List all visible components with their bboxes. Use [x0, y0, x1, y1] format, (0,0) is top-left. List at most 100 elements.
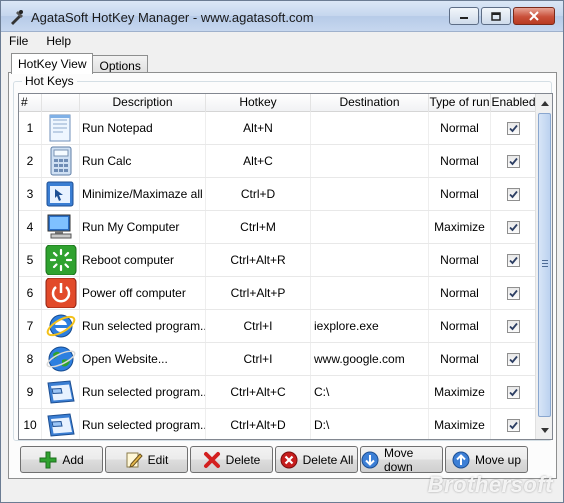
- col-header-hotkey[interactable]: Hotkey: [206, 94, 311, 112]
- table-header: # Description Hotkey Destination Type of…: [19, 94, 537, 112]
- scroll-down-button[interactable]: [537, 422, 552, 438]
- table-body: 1 Run Notepad Alt+N Normal 2 Run Calc Alt+C Nor…: [19, 112, 537, 439]
- window-controls: [449, 7, 555, 25]
- col-header-description[interactable]: Description: [80, 94, 206, 112]
- row-hotkey: Alt+C: [206, 145, 311, 177]
- row-description: Run selected program...: [80, 409, 206, 439]
- scroll-thumb[interactable]: [538, 113, 551, 417]
- table-row[interactable]: 2 Run Calc Alt+C Normal: [19, 145, 537, 178]
- add-button-label: Add: [62, 452, 84, 467]
- enabled-checkbox[interactable]: [507, 253, 520, 267]
- row-type-of-run: Normal: [429, 343, 491, 375]
- col-header-type-of-run[interactable]: Type of run: [429, 94, 491, 112]
- row-description: Minimize/Maximaze all ...: [80, 178, 206, 210]
- enabled-checkbox[interactable]: [507, 121, 520, 135]
- enabled-checkbox[interactable]: [507, 418, 520, 432]
- check-icon: [509, 190, 518, 198]
- hotkey-table: # Description Hotkey Destination Type of…: [18, 93, 553, 440]
- row-enabled-cell: [491, 244, 537, 276]
- row-type-of-run: Normal: [429, 112, 491, 144]
- table-row[interactable]: 6 Power off computer Ctrl+Alt+P Normal: [19, 277, 537, 310]
- arrow-down-icon: [361, 451, 379, 468]
- maximize-button[interactable]: [481, 7, 511, 25]
- delete-all-icon: [280, 451, 298, 468]
- edit-button[interactable]: Edit: [105, 446, 188, 473]
- row-description: Reboot computer: [80, 244, 206, 276]
- check-icon: [509, 421, 518, 429]
- delete-x-icon: [203, 451, 220, 468]
- row-icon-cell: [42, 376, 80, 408]
- row-number: 6: [19, 277, 42, 309]
- hot-keys-group: Hot Keys # Description Hotkey Destinatio…: [13, 74, 553, 441]
- move-down-button[interactable]: Move down: [360, 445, 443, 474]
- row-icon-cell: [42, 343, 80, 375]
- window-title: AgataSoft HotKey Manager - www.agatasoft…: [31, 10, 314, 25]
- row-destination: [311, 145, 429, 177]
- app-window: AgataSoft HotKey Manager - www.agatasoft…: [0, 0, 564, 503]
- group-label: Hot Keys: [22, 74, 77, 88]
- title-bar[interactable]: AgataSoft HotKey Manager - www.agatasoft…: [1, 1, 563, 32]
- row-number: 4: [19, 211, 42, 243]
- table-row[interactable]: 1 Run Notepad Alt+N Normal: [19, 112, 537, 145]
- minimize-icon: [460, 17, 468, 19]
- close-button[interactable]: [513, 7, 555, 25]
- col-header-number[interactable]: #: [19, 94, 42, 112]
- table-row[interactable]: 10 Run selected program... Ctrl+Alt+D D:\ Ma…: [19, 409, 537, 439]
- vertical-scrollbar[interactable]: [535, 94, 552, 439]
- enabled-checkbox[interactable]: [507, 385, 520, 399]
- table-row[interactable]: 9 Run selected program... Ctrl+Alt+C C:\ Max…: [19, 376, 537, 409]
- tab-hotkey-view[interactable]: HotKey View: [11, 53, 94, 74]
- row-destination: [311, 211, 429, 243]
- row-type-of-run: Normal: [429, 277, 491, 309]
- enabled-checkbox[interactable]: [507, 352, 520, 366]
- row-number: 1: [19, 112, 42, 144]
- table-row[interactable]: 7 Run selected program... Ctrl+I iexplore.e…: [19, 310, 537, 343]
- run-program-window-icon: [45, 410, 77, 439]
- hotkey-app-icon: [11, 10, 23, 25]
- delete-all-button[interactable]: Delete All: [275, 446, 358, 473]
- table-row[interactable]: 4 Run My Computer Ctrl+M Maximize: [19, 211, 537, 244]
- check-icon: [509, 223, 518, 231]
- action-buttons: Add Edit Delete Delete All Move down Mov…: [20, 445, 528, 474]
- enabled-checkbox[interactable]: [507, 154, 520, 168]
- enabled-checkbox[interactable]: [507, 319, 520, 333]
- scroll-up-button[interactable]: [537, 95, 552, 111]
- my-computer-icon: [45, 212, 77, 242]
- delete-button-label: Delete: [225, 452, 261, 467]
- row-type-of-run: Normal: [429, 310, 491, 342]
- row-type-of-run: Normal: [429, 145, 491, 177]
- row-destination: [311, 178, 429, 210]
- move-up-button-label: Move up: [474, 452, 522, 467]
- row-hotkey: Ctrl+I: [206, 310, 311, 342]
- menu-file[interactable]: File: [7, 34, 30, 48]
- row-destination: D:\: [311, 409, 429, 439]
- row-enabled-cell: [491, 277, 537, 309]
- minimize-windows-icon: [45, 179, 77, 209]
- row-icon-cell: [42, 409, 80, 439]
- table-row[interactable]: 5 Reboot computer Ctrl+Alt+R Normal: [19, 244, 537, 277]
- menu-help[interactable]: Help: [44, 34, 73, 48]
- maximize-icon: [491, 11, 501, 21]
- move-down-button-label: Move down: [384, 445, 414, 474]
- col-header-destination[interactable]: Destination: [311, 94, 429, 112]
- row-icon-cell: [42, 244, 80, 276]
- table-row[interactable]: 3 Minimize/Maximaze all ... Ctrl+D Normal: [19, 178, 537, 211]
- move-up-button[interactable]: Move up: [445, 446, 528, 473]
- row-hotkey: Ctrl+I: [206, 343, 311, 375]
- col-header-icon[interactable]: [42, 94, 80, 112]
- check-icon: [509, 157, 518, 165]
- table-row[interactable]: 8 Open Website... Ctrl+I www.google.com Norm…: [19, 343, 537, 376]
- row-destination: [311, 244, 429, 276]
- row-hotkey: Ctrl+Alt+P: [206, 277, 311, 309]
- add-button[interactable]: Add: [20, 446, 103, 473]
- row-destination: [311, 277, 429, 309]
- enabled-checkbox[interactable]: [507, 220, 520, 234]
- delete-button[interactable]: Delete: [190, 446, 273, 473]
- minimize-button[interactable]: [449, 7, 479, 25]
- col-header-enabled[interactable]: Enabled: [491, 94, 537, 112]
- row-icon-cell: [42, 277, 80, 309]
- enabled-checkbox[interactable]: [507, 286, 520, 300]
- row-enabled-cell: [491, 310, 537, 342]
- row-number: 5: [19, 244, 42, 276]
- enabled-checkbox[interactable]: [507, 187, 520, 201]
